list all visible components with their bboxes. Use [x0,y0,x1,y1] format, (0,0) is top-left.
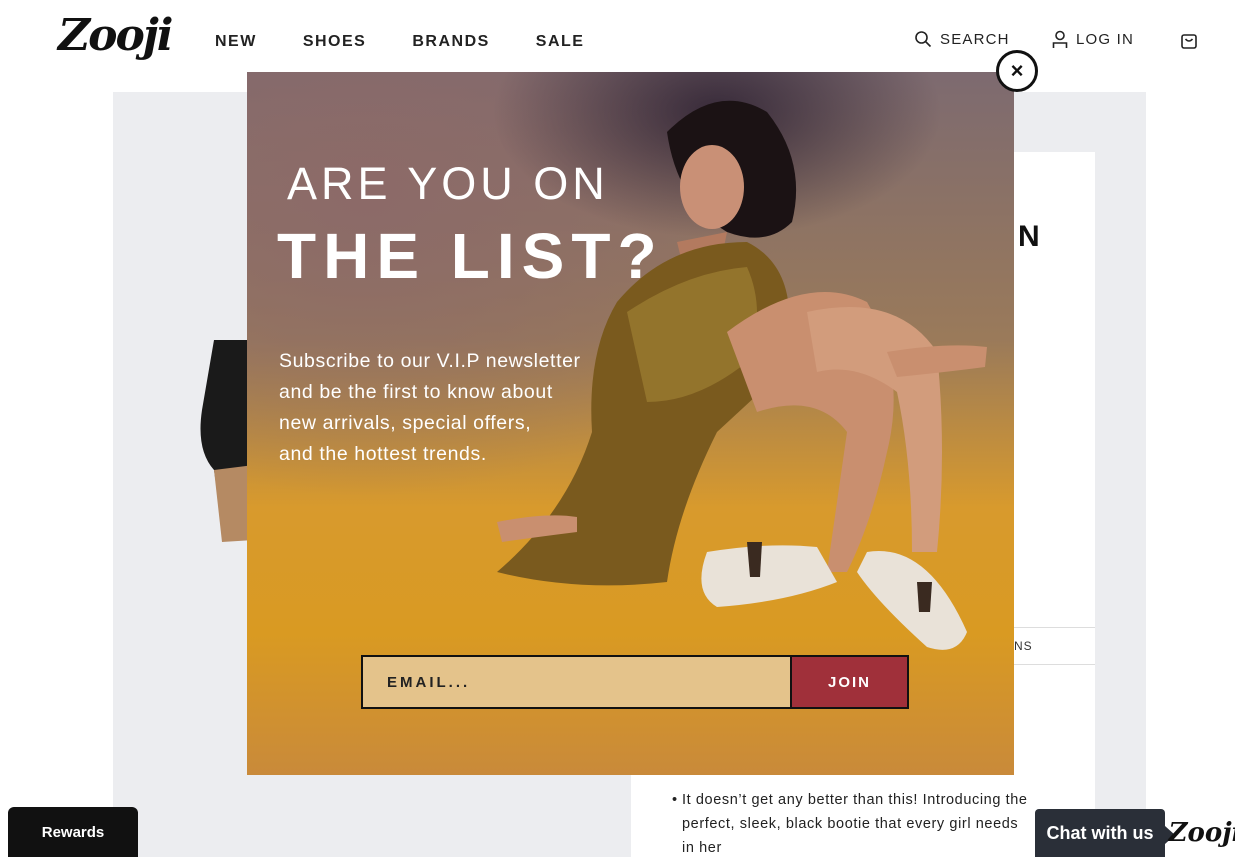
modal-headline-line1: ARE YOU ON [287,158,609,209]
user-icon [1052,30,1068,48]
product-description: • It doesn’t get any better than this! I… [672,788,1032,860]
subtext-line: Subscribe to our V.I.P newsletter [279,350,581,372]
login-link[interactable]: LOG IN [1052,30,1134,49]
subtext-line: and the hottest trends. [279,443,487,465]
subtext-line: and be the first to know about [279,381,553,403]
newsletter-modal: ARE YOU ON THE LIST? Subscribe to our V.… [247,72,1014,775]
modal-headline-line2: THE LIST? [277,220,664,292]
close-modal-button[interactable]: × [996,50,1038,92]
search-label: SEARCH [940,30,1010,48]
newsletter-signup-form: JOIN [361,655,909,709]
nav-new[interactable]: NEW [215,33,257,51]
nav-shoes[interactable]: SHOES [303,33,367,51]
cart-icon [1181,34,1197,49]
nav-brands[interactable]: BRANDS [412,33,489,51]
login-label: LOG IN [1076,31,1135,48]
bullet: • [672,792,678,808]
product-bootie-image [200,340,254,542]
chat-button[interactable]: Chat with us [1035,809,1165,857]
close-icon: × [1010,58,1024,83]
main-nav: NEW SHOES BRANDS SALE [215,33,584,51]
modal-subtext: Subscribe to our V.I.P newsletter and be… [279,346,669,470]
nav-sale[interactable]: SALE [536,33,585,51]
subtext-line: new arrivals, special offers, [279,412,532,434]
search-link[interactable]: SEARCH [914,30,1010,48]
chat-logo-button[interactable]: Zooji [1169,810,1235,856]
tab-label[interactable]: NS [1014,639,1033,653]
description-text: It doesn’t get any better than this! Int… [682,792,1028,856]
join-button[interactable]: JOIN [790,657,907,707]
product-title: N [1018,220,1040,253]
rewards-button[interactable]: Rewards [8,807,138,857]
cart-button[interactable] [1180,32,1198,50]
zooji-logo[interactable]: Zooji [58,8,173,64]
search-icon [915,31,932,48]
email-input[interactable] [363,657,790,707]
